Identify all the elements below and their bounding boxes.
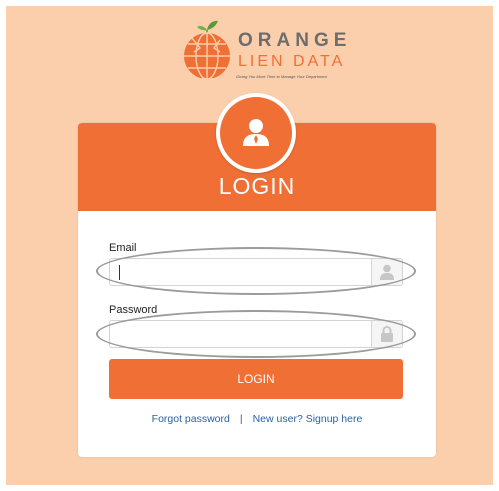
login-card: LOGIN Email Password LOGIN Forgot passwo…	[78, 93, 436, 457]
globe-logo-icon	[184, 20, 230, 78]
password-field-addon	[371, 321, 402, 347]
password-field[interactable]	[109, 320, 403, 348]
link-separator: |	[239, 413, 243, 425]
forgot-password-link[interactable]: Forgot password	[152, 413, 230, 425]
lock-icon	[381, 326, 393, 342]
email-label: Email	[109, 242, 137, 254]
login-button[interactable]: LOGIN	[109, 359, 403, 399]
page-background: ORANGE LIEN DATA Giving You More Time to…	[6, 6, 493, 485]
text-caret	[119, 265, 120, 280]
logo-tagline: Giving You More Time to Manage Your Depa…	[236, 74, 327, 79]
auth-links: Forgot password | New user? Signup here	[78, 413, 436, 425]
avatar-circle	[220, 97, 292, 169]
signup-link[interactable]: New user? Signup here	[253, 413, 363, 425]
brand-logo: ORANGE LIEN DATA Giving You More Time to…	[178, 16, 348, 86]
user-avatar-icon	[243, 119, 269, 146]
logo-wordmark-line2: LIEN DATA	[238, 53, 346, 70]
user-icon	[380, 264, 394, 280]
email-field-addon	[371, 259, 402, 285]
avatar-badge	[216, 93, 296, 173]
logo-wordmark-line1: ORANGE	[238, 30, 352, 51]
login-title: LOGIN	[218, 173, 296, 199]
password-label: Password	[109, 304, 158, 316]
email-field[interactable]	[109, 258, 403, 286]
